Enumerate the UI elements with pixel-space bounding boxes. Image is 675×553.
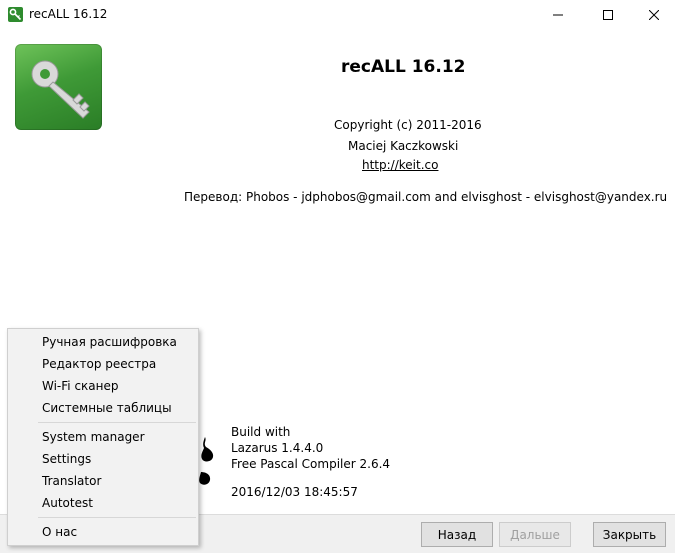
- menu-item-wifi-scanner[interactable]: Wi-Fi сканер: [42, 376, 119, 396]
- build-info: Build with Lazarus 1.4.4.0 Free Pascal C…: [231, 424, 390, 472]
- author-name: Maciej Kaczkowski: [348, 139, 459, 153]
- maximize-button[interactable]: [585, 0, 631, 30]
- build-line-2: Lazarus 1.4.4.0: [231, 441, 324, 455]
- copyright-text: Copyright (c) 2011-2016: [334, 118, 482, 132]
- menu-item-settings[interactable]: Settings: [42, 449, 91, 469]
- menu-item-autotest[interactable]: Autotest: [42, 493, 93, 513]
- app-key-icon: [8, 7, 23, 22]
- close-icon: [649, 10, 659, 20]
- menu-item-registry-editor[interactable]: Редактор реестра: [42, 354, 156, 374]
- title-bar: recALL 16.12: [0, 0, 675, 30]
- menu-item-about[interactable]: О нас: [42, 522, 77, 542]
- translation-credits: Перевод: Phobos - jdphobos@gmail.com and…: [184, 190, 668, 204]
- menu-item-system-manager[interactable]: System manager: [42, 427, 145, 447]
- close-button[interactable]: Закрыть: [593, 522, 666, 547]
- key-icon: [31, 60, 90, 119]
- build-date: 2016/12/03 18:45:57: [231, 485, 358, 499]
- menu-separator: [38, 517, 196, 518]
- menu-item-translator[interactable]: Translator: [42, 471, 101, 491]
- build-line-1: Build with: [231, 425, 291, 439]
- next-button[interactable]: Дальше: [499, 522, 571, 547]
- app-name: recALL 16.12: [341, 57, 466, 77]
- window-title: recALL 16.12: [29, 7, 108, 21]
- fpc-logo-icon: [199, 472, 211, 485]
- lazarus-logo-icon: [201, 437, 214, 462]
- minimize-button[interactable]: [535, 0, 581, 30]
- app-logo: [15, 44, 102, 130]
- context-menu: Ручная расшифровка Редактор реестра Wi-F…: [7, 328, 199, 546]
- minimize-icon: [553, 14, 563, 16]
- menu-item-system-tables[interactable]: Системные таблицы: [42, 398, 172, 418]
- website-link[interactable]: http://keit.co: [362, 158, 438, 172]
- close-window-button[interactable]: [631, 0, 675, 30]
- menu-item-manual-decrypt[interactable]: Ручная расшифровка: [42, 332, 177, 352]
- menu-separator: [38, 422, 196, 423]
- build-line-3: Free Pascal Compiler 2.6.4: [231, 457, 391, 471]
- back-button[interactable]: Назад: [421, 522, 493, 547]
- maximize-icon: [603, 10, 613, 20]
